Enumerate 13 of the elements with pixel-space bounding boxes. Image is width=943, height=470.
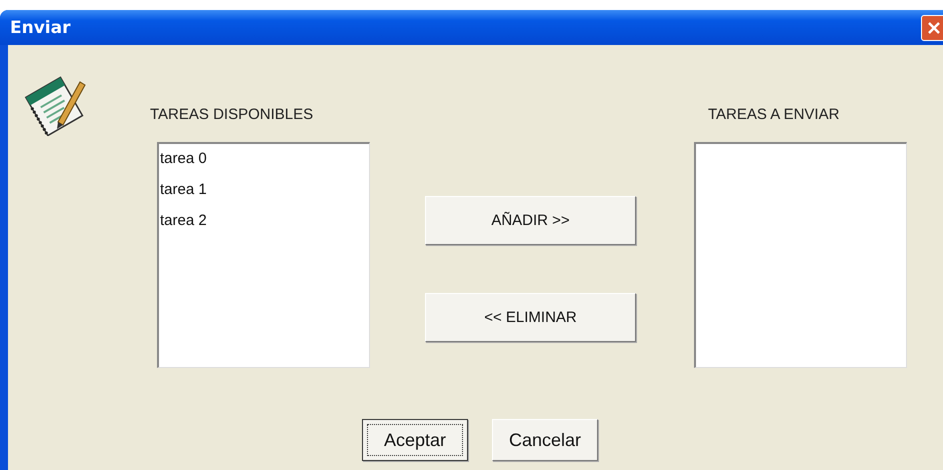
close-button[interactable] [921, 14, 943, 40]
move-button[interactable]: << ELIMINAR [425, 293, 636, 342]
list-item[interactable]: tarea 0 [160, 150, 369, 181]
dialog-button[interactable]: Aceptar [362, 419, 468, 461]
window-title: Enviar [10, 18, 70, 38]
list-item[interactable]: tarea 1 [160, 181, 369, 212]
list-item[interactable]: tarea 2 [160, 212, 369, 243]
close-icon [927, 20, 941, 34]
dialog-button[interactable]: Cancelar [492, 419, 598, 461]
list-label: TAREAS DISPONIBLES [150, 106, 314, 125]
move-button[interactable]: AÑADIR >> [425, 196, 636, 245]
available-tasks-list[interactable]: tarea 0 tarea 1 tarea 2 [157, 142, 370, 368]
list-label: TAREAS A ENVIAR [708, 106, 840, 125]
